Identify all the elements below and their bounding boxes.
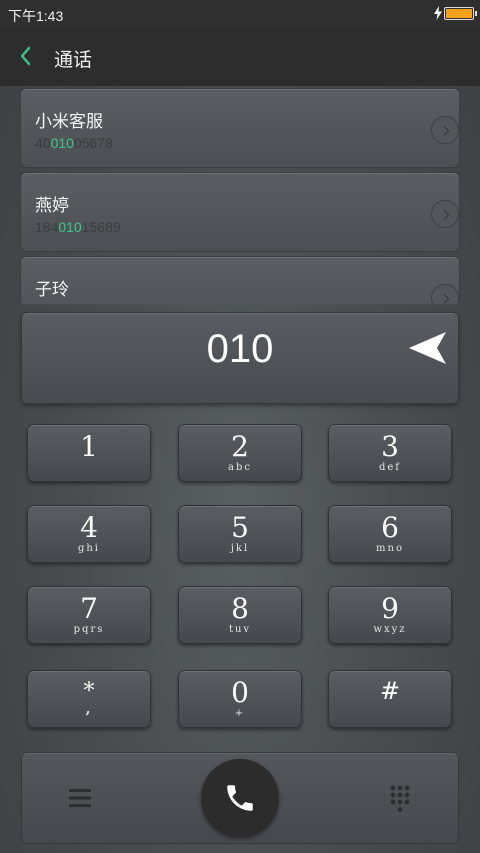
- chevron-left-icon[interactable]: [18, 45, 34, 67]
- key-letters: wxyz: [373, 624, 407, 635]
- contact-item[interactable]: 小米客服 4001005678: [20, 88, 460, 168]
- contact-item[interactable]: 燕婷 18401015689: [20, 172, 460, 252]
- chevron-right-icon: [443, 209, 450, 221]
- key-3[interactable]: 3 def: [328, 424, 452, 482]
- backspace-arrow-icon[interactable]: [409, 331, 447, 365]
- contact-item[interactable]: 子玲: [20, 256, 460, 304]
- key-letters: abc: [228, 462, 252, 473]
- key-letters: jkl: [230, 543, 250, 554]
- key-letters: def: [378, 462, 402, 473]
- key-digit: 7: [80, 592, 98, 625]
- chevron-right-icon: [443, 293, 450, 304]
- contact-number: 18401015689: [35, 219, 121, 235]
- key-2[interactable]: 2 abc: [178, 424, 302, 482]
- key-letters: ghi: [77, 543, 101, 554]
- contact-name: 小米客服: [35, 112, 103, 132]
- key-letters: mno: [376, 543, 404, 554]
- key-digit: 9: [381, 592, 399, 625]
- header: 通话: [0, 28, 480, 86]
- dialed-number: 010: [206, 327, 274, 371]
- key-4[interactable]: 4 ghi: [27, 505, 151, 563]
- dialed-number-display: 010: [21, 312, 459, 404]
- key-digit: #: [379, 677, 401, 705]
- key-digit: 3: [381, 430, 399, 463]
- number-match-highlight: 010: [58, 219, 82, 235]
- contact-detail-button[interactable]: [431, 284, 459, 304]
- key-star[interactable]: * ,: [27, 670, 151, 728]
- phone-icon: [227, 785, 253, 811]
- bottom-action-bar: [21, 752, 459, 844]
- key-letters: +: [234, 708, 246, 719]
- contact-name: 子玲: [35, 280, 69, 300]
- key-digit: 4: [80, 511, 98, 544]
- key-digit: 0: [231, 676, 249, 709]
- menu-icon[interactable]: [68, 787, 92, 809]
- key-6[interactable]: 6 mno: [328, 505, 452, 563]
- charging-icon: [434, 6, 442, 20]
- key-letters: pqrs: [73, 624, 105, 635]
- number-match-highlight: 010: [50, 135, 74, 151]
- key-letters: tuv: [228, 624, 252, 635]
- call-button[interactable]: [201, 759, 279, 837]
- key-digit: 5: [231, 511, 249, 544]
- key-hash[interactable]: #: [328, 670, 452, 728]
- battery-icon: [444, 7, 477, 20]
- chevron-right-icon: [443, 125, 450, 137]
- key-5[interactable]: 5 jkl: [178, 505, 302, 563]
- key-9[interactable]: 9 wxyz: [328, 586, 452, 644]
- contact-number: 4001005678: [35, 135, 113, 151]
- page-title: 通话: [54, 49, 93, 71]
- contact-detail-button[interactable]: [431, 200, 459, 228]
- key-0[interactable]: 0 +: [178, 670, 302, 728]
- key-8[interactable]: 8 tuv: [178, 586, 302, 644]
- contact-suggestion-list: 小米客服 4001005678 燕婷 18401015689 子玲: [0, 86, 480, 304]
- key-letters: ,: [85, 701, 93, 717]
- key-1[interactable]: 1: [27, 424, 151, 482]
- key-digit: 6: [381, 511, 399, 544]
- key-digit: 8: [231, 592, 249, 625]
- key-7[interactable]: 7 pqrs: [27, 586, 151, 644]
- key-digit: 1: [80, 430, 98, 463]
- contact-name: 燕婷: [35, 196, 69, 216]
- contact-detail-button[interactable]: [431, 116, 459, 144]
- dialpad-icon[interactable]: [389, 785, 411, 813]
- status-time: 下午1:43: [8, 8, 64, 24]
- status-bar: 下午1:43: [0, 0, 480, 28]
- key-digit: 2: [231, 430, 249, 463]
